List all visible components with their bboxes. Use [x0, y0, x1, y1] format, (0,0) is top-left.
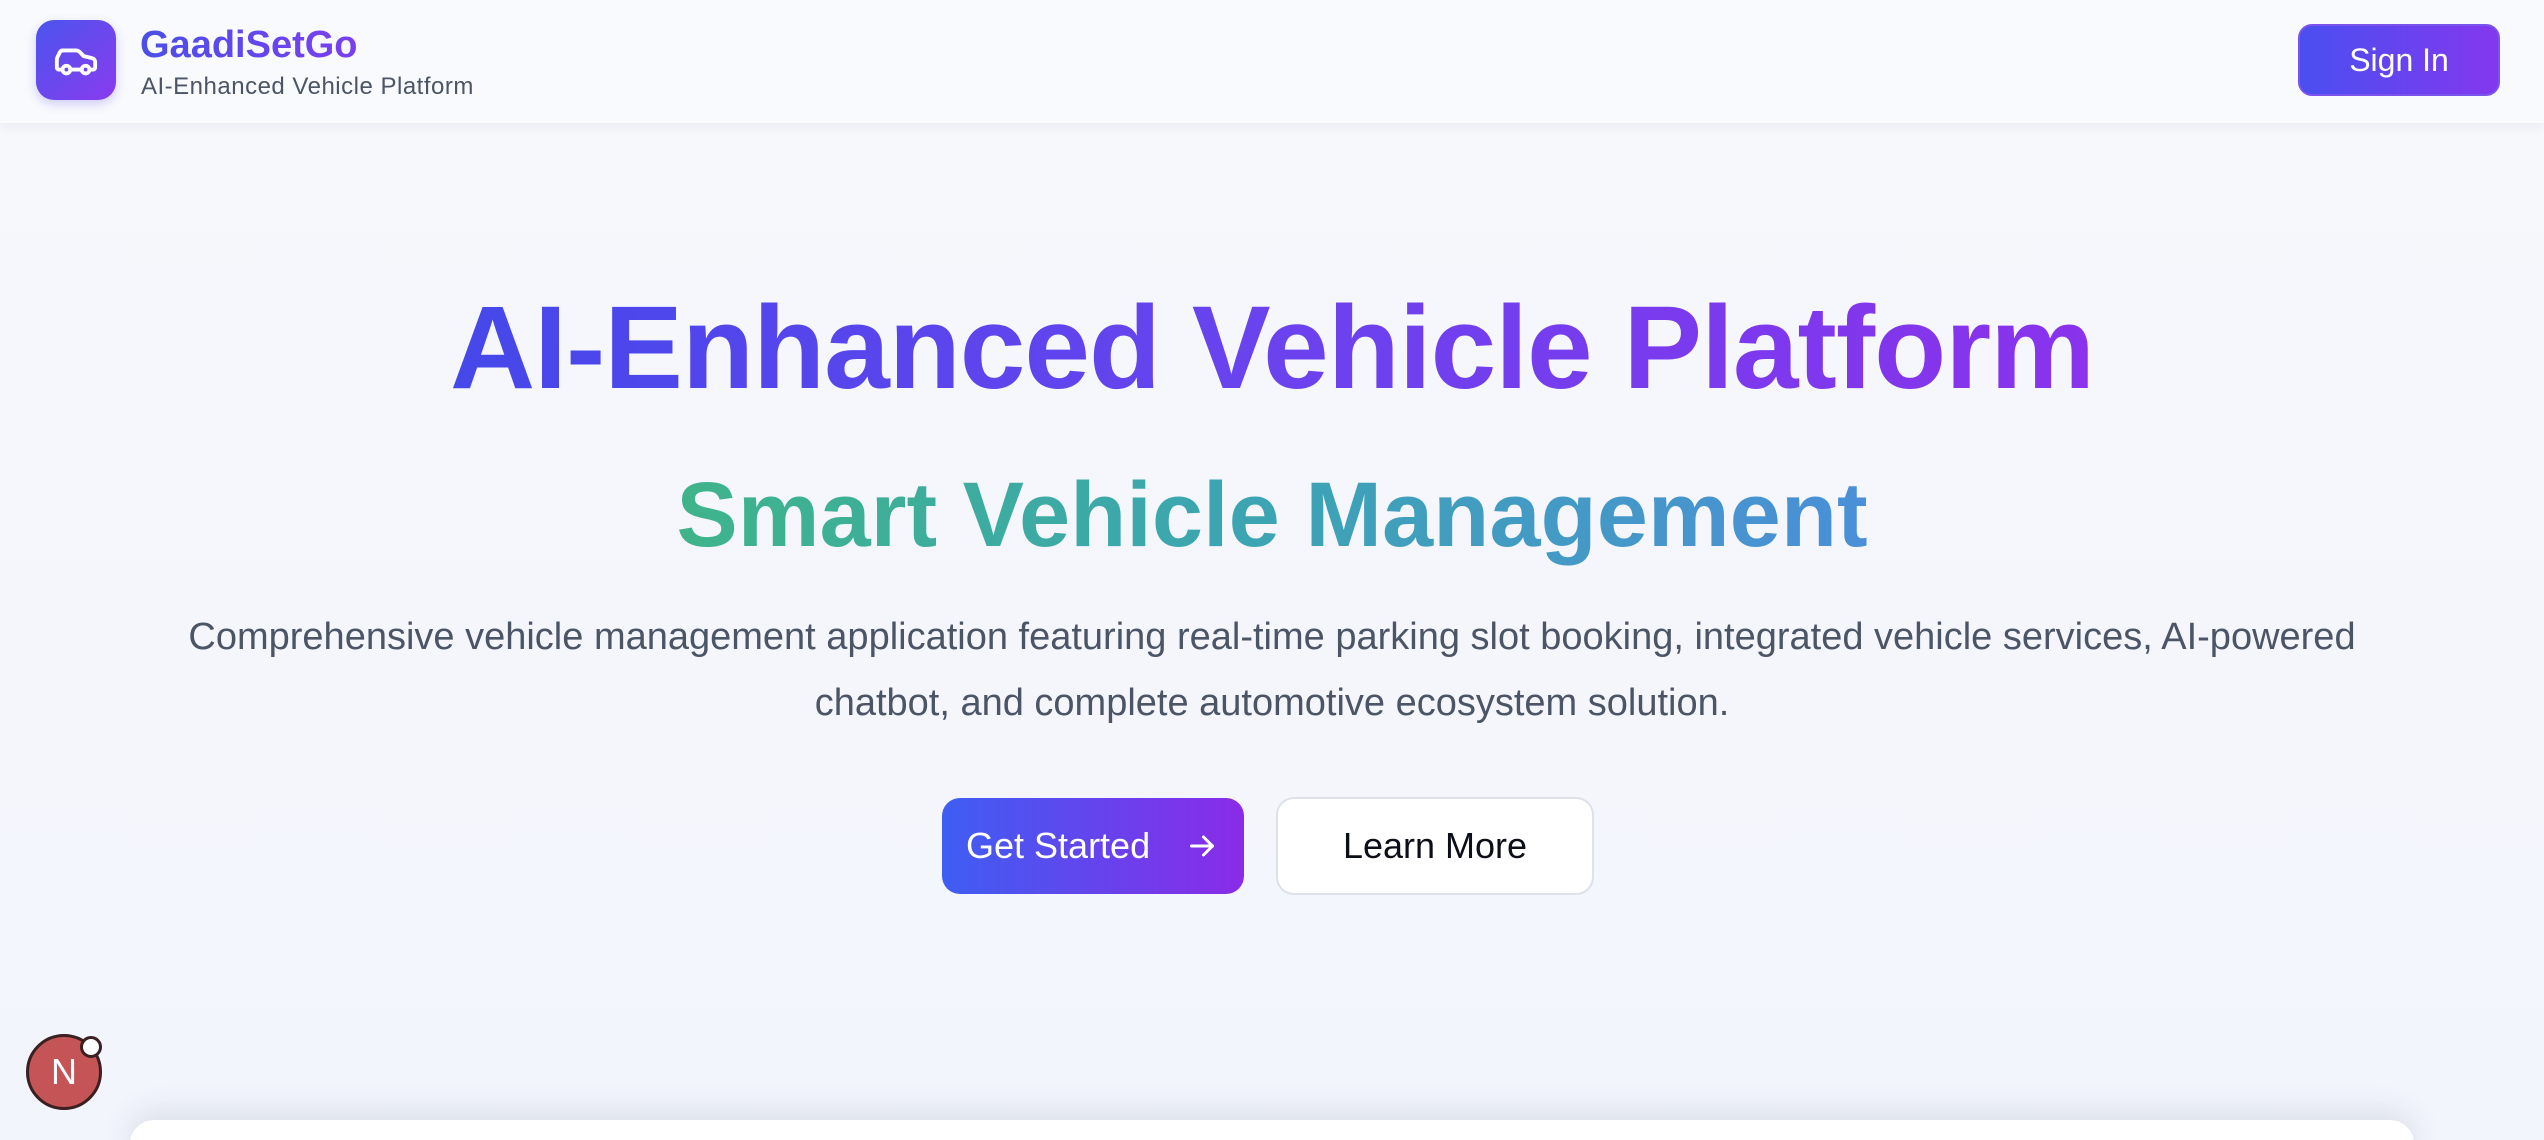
learn-more-button[interactable]: Learn More: [1276, 797, 1594, 895]
hero-title: AI-Enhanced Vehicle Platform: [0, 278, 2544, 418]
car-icon: [54, 48, 98, 76]
logo[interactable]: [36, 20, 116, 100]
top-navbar: GaadiSetGo AI-Enhanced Vehicle Platform …: [0, 0, 2544, 124]
brand-tagline: AI-Enhanced Vehicle Platform: [141, 73, 474, 100]
brand-name[interactable]: GaadiSetGo: [140, 20, 358, 70]
hero-subtitle-text: Smart Vehicle Management: [676, 464, 1868, 566]
sign-in-button[interactable]: Sign In: [2298, 24, 2500, 96]
landing-page: GaadiSetGo AI-Enhanced Vehicle Platform …: [0, 0, 2544, 1140]
arrow-right-icon: [1190, 835, 1214, 857]
hero-title-text: AI-Enhanced Vehicle Platform: [449, 282, 2095, 414]
content-card-edge: [130, 1120, 2414, 1140]
dev-indicator-status-dot: [80, 1036, 102, 1058]
hero-subtitle: Smart Vehicle Management: [0, 460, 2544, 570]
get-started-button[interactable]: Get Started: [942, 798, 1244, 894]
hero-description: Comprehensive vehicle management applica…: [188, 616, 2356, 724]
get-started-label: Get Started: [966, 825, 1151, 866]
